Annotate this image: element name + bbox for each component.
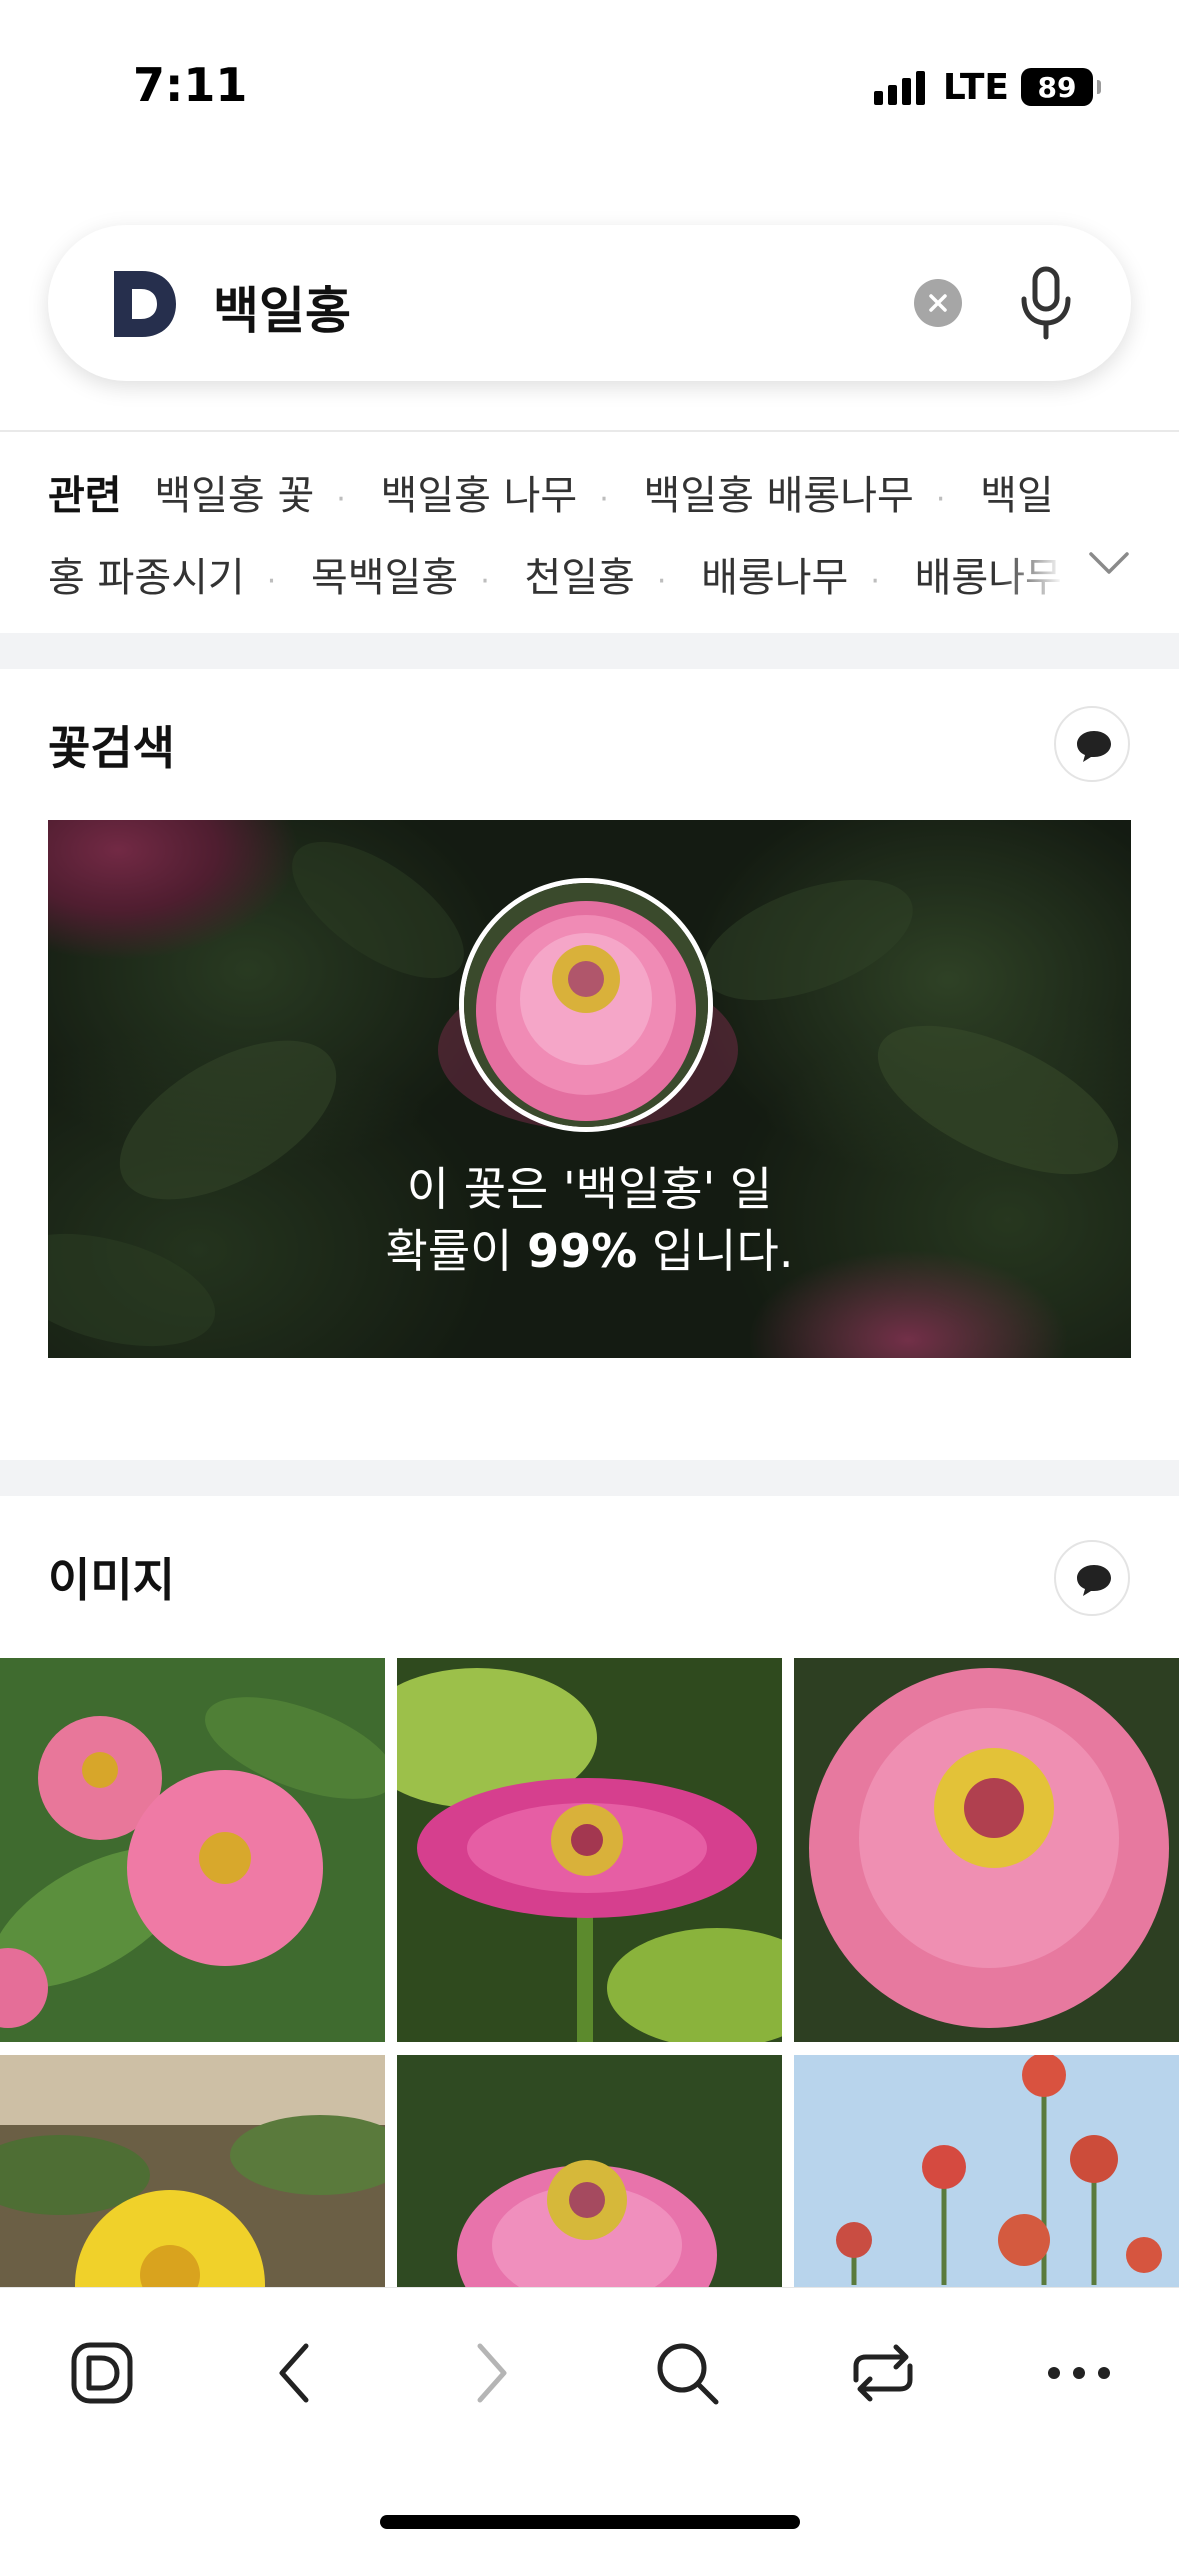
forward-button[interactable] xyxy=(446,2328,536,2418)
image-thumbnail[interactable] xyxy=(794,2055,1179,2288)
close-icon xyxy=(929,294,947,312)
status-bar: 7:11 LTE 89 xyxy=(0,0,1179,170)
search-bar[interactable]: 백일홍 xyxy=(48,225,1131,381)
related-item[interactable]: 천일홍 xyxy=(524,555,634,601)
home-indicator xyxy=(380,2515,800,2529)
result-percent: 99% xyxy=(527,1224,638,1278)
image-thumbnail[interactable] xyxy=(397,2055,782,2288)
related-item-wrapped-part2[interactable]: 홍 파종시기 xyxy=(48,555,245,601)
related-item[interactable]: 백일홍 꽃 xyxy=(154,473,314,519)
related-item[interactable]: 배롱나무 xyxy=(701,555,848,601)
speech-bubble-icon xyxy=(1077,1565,1111,1596)
separator: · xyxy=(935,482,946,517)
separator: · xyxy=(656,564,667,599)
search-button[interactable] xyxy=(642,2328,732,2418)
cellular-signal-icon xyxy=(873,69,925,105)
microphone-icon[interactable] xyxy=(1016,265,1076,341)
divider xyxy=(0,430,1179,432)
related-item[interactable]: 백일홍 배롱나무 xyxy=(644,473,914,519)
image-thumbnail[interactable] xyxy=(0,1658,385,2042)
identified-flower-image xyxy=(459,878,713,1132)
clear-search-button[interactable] xyxy=(914,279,962,327)
result-line-1: 이 꽃은 '백일홍' 일 xyxy=(406,1162,773,1216)
related-item[interactable]: 목백일홍 xyxy=(311,555,458,601)
tabs-switch-icon xyxy=(853,2344,913,2402)
speech-bubble-icon xyxy=(1077,731,1111,762)
separator: · xyxy=(266,564,277,599)
more-button[interactable] xyxy=(1034,2328,1124,2418)
related-item[interactable]: 백일홍 나무 xyxy=(381,473,578,519)
image-thumbnail[interactable] xyxy=(0,2055,385,2288)
status-indicators: LTE 89 xyxy=(873,62,1101,112)
section-separator xyxy=(0,633,1179,669)
comment-button[interactable] xyxy=(1054,1540,1130,1616)
image-thumbnail[interactable] xyxy=(794,1658,1179,2042)
related-searches: 관련 백일홍 꽃 · 백일홍 나무 · 백일홍 배롱나무 · 백일 홍 파종시기 · 목… xyxy=(48,455,1138,619)
daum-logo-icon[interactable] xyxy=(108,269,178,339)
more-icon xyxy=(1048,2367,1110,2379)
related-item-wrapped-part1[interactable]: 백일 xyxy=(980,473,1054,519)
section-separator xyxy=(0,1460,1179,1496)
forward-icon xyxy=(477,2343,507,2403)
back-icon xyxy=(279,2343,309,2403)
result-suffix: 입니다. xyxy=(637,1224,794,1278)
zinnia-flower-image xyxy=(464,883,708,1127)
tabs-button[interactable] xyxy=(838,2328,928,2418)
search-icon xyxy=(657,2343,719,2405)
daum-home-button[interactable] xyxy=(57,2328,147,2418)
chevron-down-icon[interactable] xyxy=(1087,548,1131,578)
related-fade xyxy=(1000,520,1090,600)
network-type: LTE xyxy=(942,66,1009,108)
section-title-images: 이미지 xyxy=(48,1553,175,1607)
status-time: 7:11 xyxy=(133,58,248,112)
separator: · xyxy=(870,564,880,599)
flower-identification-card[interactable]: 이 꽃은 '백일홍' 일 확률이 99% 입니다. xyxy=(48,820,1131,1358)
battery-icon: 89 xyxy=(1021,68,1101,106)
flower-result-text: 이 꽃은 '백일홍' 일 확률이 99% 입니다. xyxy=(48,1158,1131,1282)
result-prefix: 확률이 xyxy=(385,1224,528,1278)
separator: · xyxy=(599,482,609,517)
back-button[interactable] xyxy=(250,2328,340,2418)
image-grid xyxy=(0,1658,1179,2288)
result-line-2: 확률이 99% 입니다. xyxy=(48,1220,1131,1282)
related-label: 관련 xyxy=(48,473,122,519)
daum-logo-icon xyxy=(71,2342,133,2404)
section-title-flower-search: 꽃검색 xyxy=(48,721,175,775)
separator: · xyxy=(480,564,490,599)
image-thumbnail[interactable] xyxy=(397,1658,782,2042)
search-query[interactable]: 백일홍 xyxy=(213,271,351,343)
comment-button[interactable] xyxy=(1054,706,1130,782)
separator: · xyxy=(336,482,346,517)
battery-level: 89 xyxy=(1037,70,1077,104)
